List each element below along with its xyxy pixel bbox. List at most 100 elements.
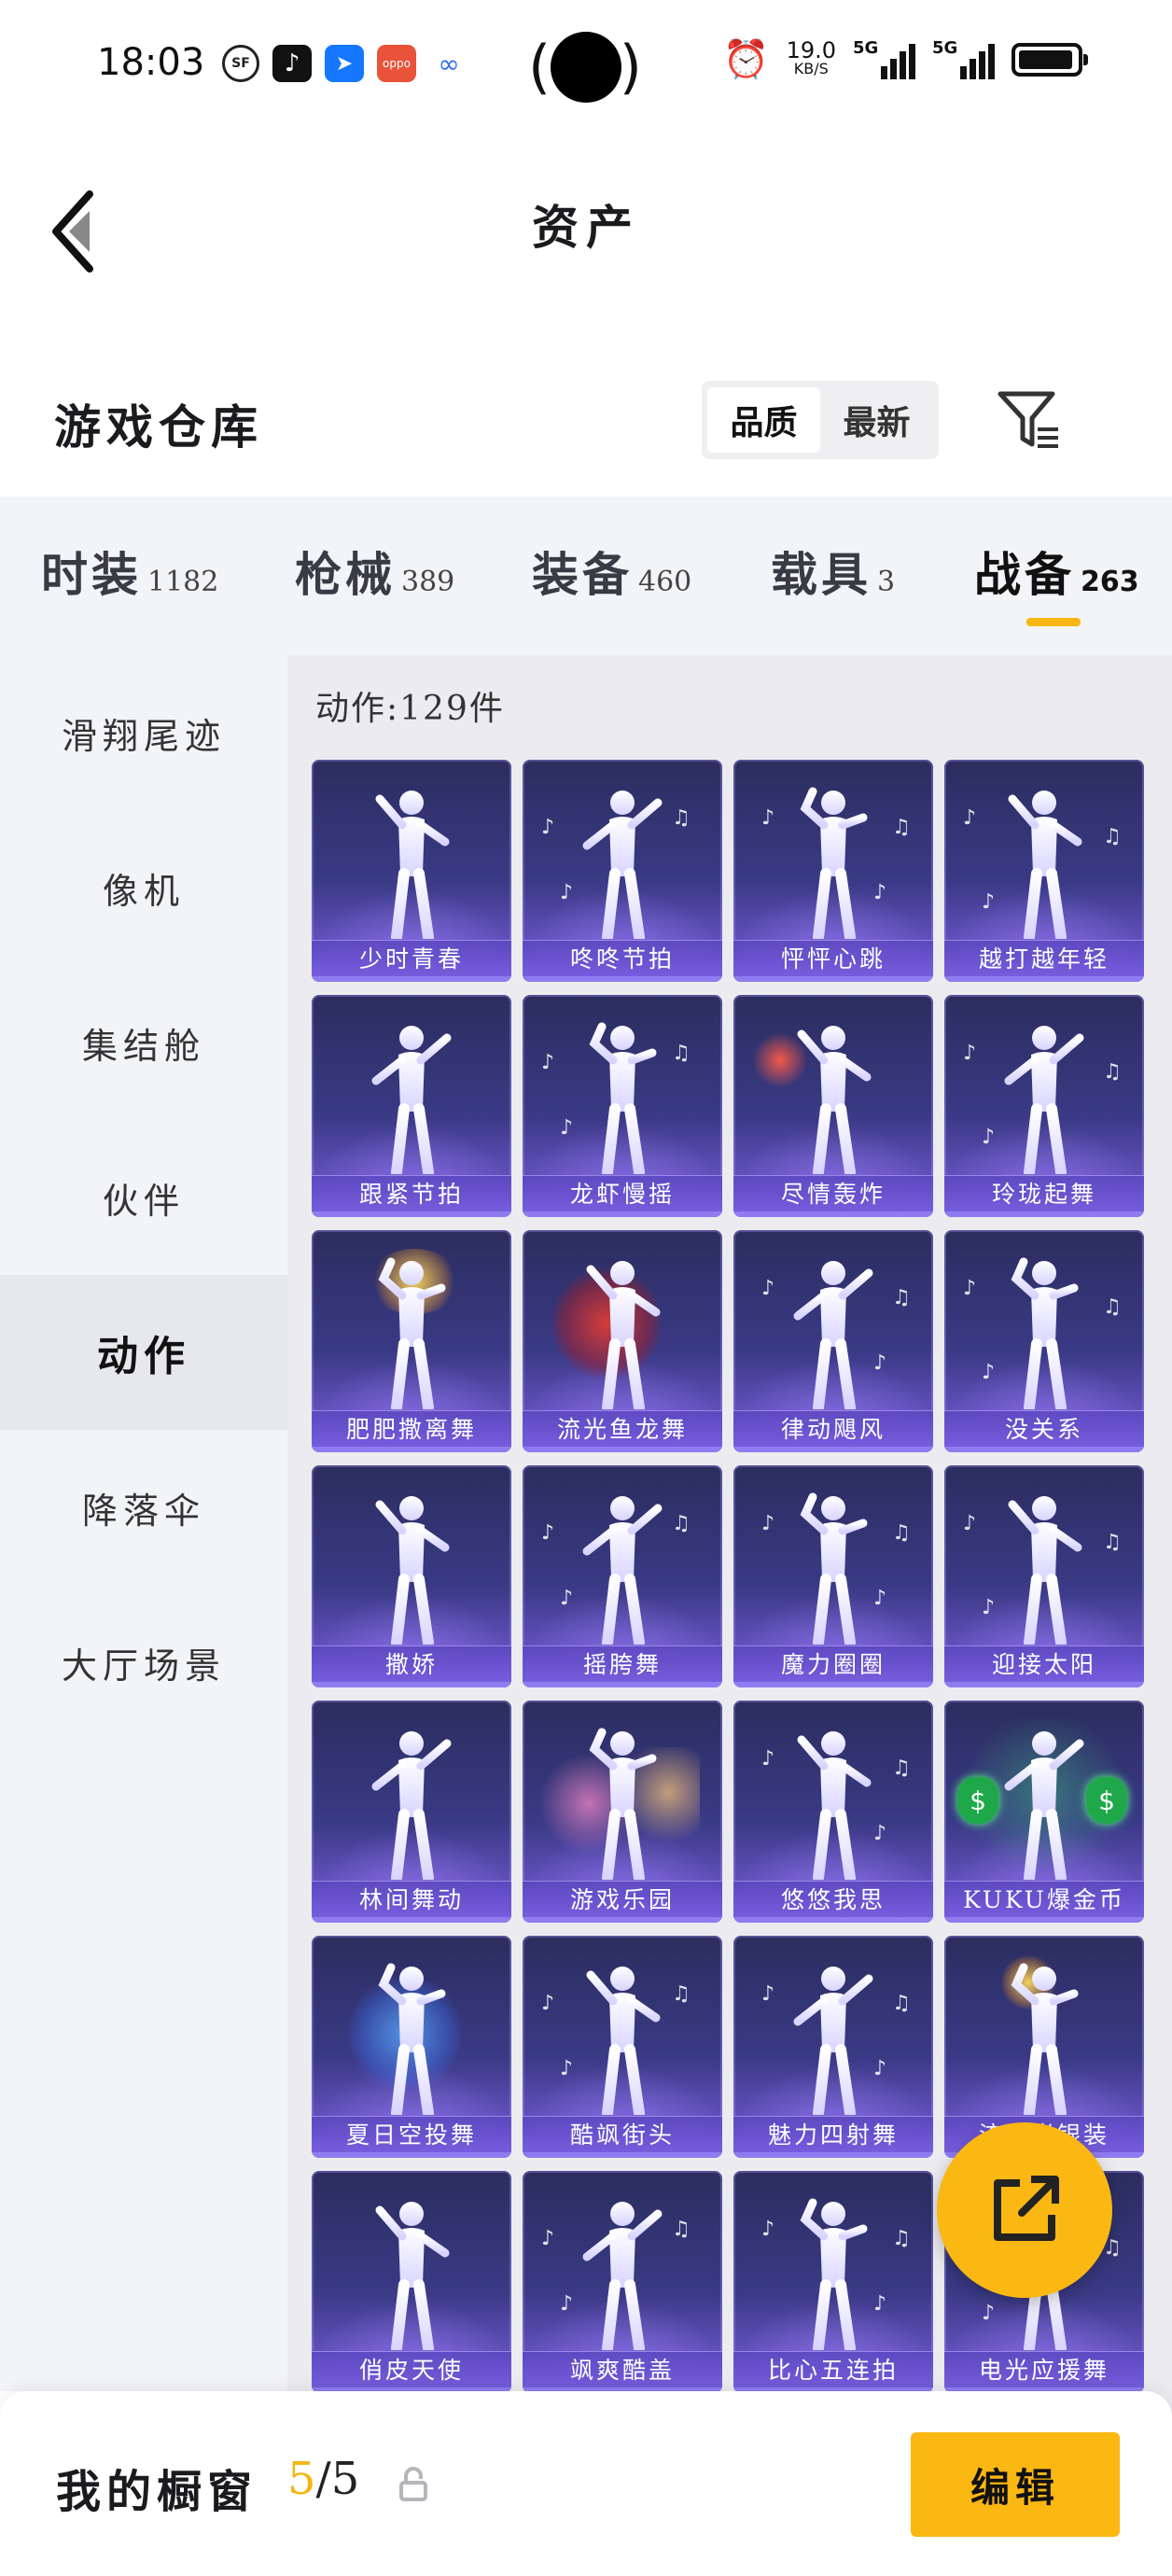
sf-express-icon: SF: [222, 45, 259, 82]
sort-option-newest[interactable]: 最新: [820, 387, 933, 453]
dancer-silhouette-icon: [800, 2198, 868, 2350]
warehouse-title: 游戏仓库: [54, 399, 263, 455]
emote-card[interactable]: 夏日空投舞: [312, 1936, 511, 2158]
emote-name: 夏日空投舞: [312, 2116, 511, 2158]
tab-equipment[interactable]: 装备 460: [532, 538, 691, 605]
dancer-silhouette-icon: [375, 1496, 450, 1645]
emote-card[interactable]: ♪ ♫ ♪ 迎接太阳: [944, 1465, 1144, 1687]
emote-name: 玲珑起舞: [944, 1175, 1144, 1217]
dancer-silhouette-icon: [371, 1731, 452, 1880]
emote-name: 酷飒街头: [523, 2116, 722, 2158]
sidebar: 滑翔尾迹 像机 集结舱 伙伴 动作 降落伞 大厅场景: [0, 655, 287, 2391]
sidebar-item-glide-trail[interactable]: 滑翔尾迹: [0, 655, 287, 810]
emote-name: 越打越年轻: [944, 940, 1144, 982]
tab-label: 载具: [771, 547, 872, 602]
status-bar: 18:03 SF ♪ ➤ oppo ∞ ( ) ⏰ 19.0 KB/S 5G 5…: [0, 0, 1172, 131]
showcase-current: 5: [287, 2453, 316, 2505]
emote-card[interactable]: ♪ ♫ ♪ 酷飒街头: [523, 1936, 722, 2158]
sidebar-item-parachute[interactable]: 降落伞: [0, 1430, 287, 1585]
filter-icon[interactable]: [995, 386, 1062, 454]
tab-fashion[interactable]: 时装 1182: [41, 538, 218, 605]
dancer-silhouette-icon: [589, 1728, 657, 1880]
dancer-silhouette-icon: [371, 1026, 452, 1174]
sort-toggle: 品质 最新: [702, 381, 939, 459]
tab-battle-prep[interactable]: 战备 263: [974, 538, 1139, 605]
sort-option-quality[interactable]: 品质: [707, 387, 820, 453]
sidebar-item-camera[interactable]: 像机: [0, 810, 287, 965]
emote-card[interactable]: 林间舞动: [312, 1701, 511, 1923]
emote-card[interactable]: 跟紧节拍: [312, 995, 511, 1217]
dancer-silhouette-icon: [793, 1261, 873, 1409]
dancer-silhouette-icon: [378, 1257, 446, 1409]
emote-card[interactable]: 流光鱼龙舞: [523, 1230, 722, 1452]
status-indicators: ⏰ 19.0 KB/S 5G 5G: [722, 36, 1088, 81]
tab-label: 时装: [41, 547, 142, 602]
emote-name: 迎接太阳: [944, 1645, 1144, 1687]
emote-name: 撒娇: [312, 1645, 511, 1687]
emote-card[interactable]: 少时青春: [312, 760, 511, 982]
page-title: 资产: [532, 200, 640, 255]
emote-card[interactable]: ♪ ♫ ♪ 比心五连拍: [733, 2171, 933, 2393]
showcase-count: 5/5: [287, 2453, 359, 2505]
lock-icon: [399, 2467, 427, 2501]
messenger-icon: ➤: [325, 45, 364, 82]
edit-button[interactable]: 编辑: [911, 2432, 1120, 2537]
status-time: 18:03: [97, 41, 205, 84]
emote-name: 悠悠我思: [733, 1881, 933, 1923]
dancer-silhouette-icon: [375, 2202, 450, 2350]
dancer-silhouette-icon: [378, 1963, 446, 2115]
emote-card[interactable]: ♪ ♫ ♪ 悠悠我思: [733, 1701, 933, 1923]
dancer-silhouette-icon: [586, 1261, 661, 1409]
emote-name: 没关系: [944, 1410, 1144, 1452]
emote-card[interactable]: ♪ ♫ ♪ 律动飓风: [733, 1230, 933, 1452]
battery-icon: [1012, 42, 1088, 77]
emote-card[interactable]: ♪ ♫ ♪ 越打越年轻: [944, 760, 1144, 982]
tab-count: 460: [638, 566, 692, 598]
dancer-silhouette-icon: [582, 791, 663, 939]
emote-card[interactable]: ♪ ♫ ♪ 咚咚节拍: [523, 760, 722, 982]
emote-card[interactable]: ♪ ♫ ♪ 没关系: [944, 1230, 1144, 1452]
emote-card[interactable]: ♪ ♫ ♪ 魔力圈圈: [733, 1465, 933, 1687]
dancer-silhouette-icon: [1008, 791, 1082, 939]
emote-name: 少时青春: [312, 940, 511, 982]
active-tab-indicator: [1026, 618, 1081, 626]
emote-card[interactable]: ♪ ♫ ♪ 玲珑起舞: [944, 995, 1144, 1217]
warehouse-header: 游戏仓库 品质 最新: [0, 355, 1172, 495]
emote-card[interactable]: $ $ KUKU爆金币: [944, 1701, 1144, 1923]
signal-strength-icon-2: 5G: [932, 38, 995, 79]
network-speed-unit: KB/S: [793, 59, 829, 77]
emote-card[interactable]: 撒娇: [312, 1465, 511, 1687]
emote-card[interactable]: 肥肥撒离舞: [312, 1230, 511, 1452]
sidebar-item-assembly-pod[interactable]: 集结舱: [0, 965, 287, 1120]
tab-firearms[interactable]: 枪械 389: [295, 538, 454, 605]
cloud-icon: ∞: [429, 45, 468, 82]
emote-card[interactable]: 游戏乐园: [523, 1701, 722, 1923]
sidebar-item-emotes[interactable]: 动作: [0, 1275, 287, 1430]
item-count-label: 动作:129件: [315, 690, 505, 728]
dancer-silhouette-icon: [589, 1022, 657, 1174]
emote-card[interactable]: 尽情轰炸: [733, 995, 933, 1217]
emote-name: 飒爽酷盖: [523, 2351, 722, 2393]
dancer-silhouette-icon: [797, 1026, 872, 1174]
emote-name: 比心五连拍: [733, 2351, 933, 2393]
tab-vehicles[interactable]: 载具 3: [771, 538, 895, 605]
emote-card[interactable]: ♪ ♫ ♪ 龙虾慢摇: [523, 995, 722, 1217]
front-camera-cutout: ( ): [528, 32, 642, 103]
emote-name: 龙虾慢摇: [523, 1175, 722, 1217]
emote-card[interactable]: ♪ ♫ ♪ 摇胯舞: [523, 1465, 722, 1687]
share-button[interactable]: [937, 2122, 1112, 2298]
emote-name: 律动飓风: [733, 1410, 933, 1452]
network-speed-value: 19.0: [786, 36, 836, 63]
dancer-silhouette-icon: [1011, 1257, 1079, 1409]
emote-card[interactable]: 俏皮天使: [312, 2171, 511, 2393]
emote-card[interactable]: ♪ ♫ ♪ 魅力四射舞: [733, 1936, 933, 2158]
assets-page: 18:03 SF ♪ ➤ oppo ∞ ( ) ⏰ 19.0 KB/S 5G 5…: [0, 0, 1172, 2576]
emote-card[interactable]: ♪ ♫ ♪ 飒爽酷盖: [523, 2171, 722, 2393]
sidebar-item-partner[interactable]: 伙伴: [0, 1120, 287, 1275]
dancer-silhouette-icon: [1004, 1026, 1084, 1174]
emote-name: 尽情轰炸: [733, 1175, 933, 1217]
emote-card[interactable]: ♪ ♫ ♪ 怦怦心跳: [733, 760, 933, 982]
alarm-icon: ⏰: [722, 38, 770, 81]
sidebar-item-lobby-scene[interactable]: 大厅场景: [0, 1585, 287, 1740]
showcase-title: 我的橱窗: [56, 2466, 258, 2518]
